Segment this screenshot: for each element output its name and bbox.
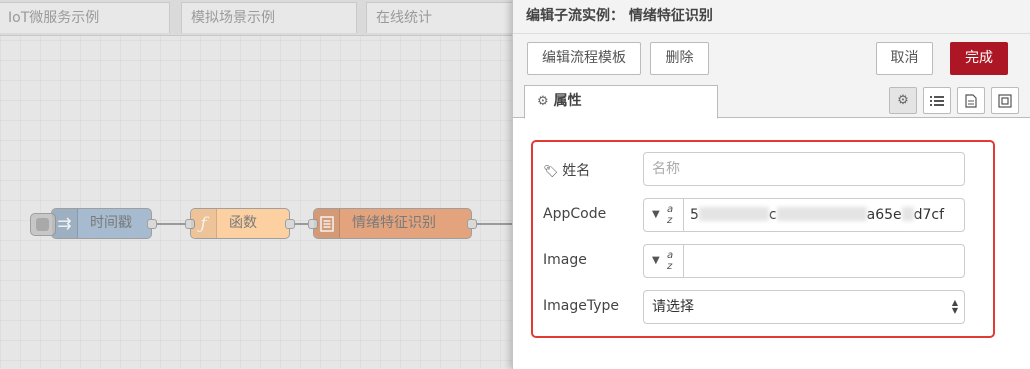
cancel-button[interactable]: 取消 — [876, 42, 933, 75]
properties-form: 🏷 姓名 名称 AppCode ▼ a z 5 c a65e d7cf Image ▼ a z … — [531, 140, 995, 338]
tray-title: 编辑子流实例： 情绪特征识别 — [513, 0, 1030, 34]
type-select-button[interactable]: ▼ a z — [644, 199, 684, 231]
select-arrows-icon: ▲ ▼ — [951, 298, 958, 315]
output-port[interactable] — [285, 219, 295, 229]
document-icon[interactable] — [957, 87, 985, 114]
list-icon[interactable] — [923, 87, 951, 114]
tray-tabs: ⚙ 属性 ⚙ — [513, 82, 1030, 119]
output-port[interactable] — [147, 219, 157, 229]
workspace-tab-online-stats[interactable]: 在线统计 — [366, 2, 512, 33]
subflow-icon — [314, 209, 340, 238]
workspace-tabbar: IoT微服务示例 模拟场景示例 在线统计 — [0, 0, 512, 36]
settings-tab-icon[interactable]: ⚙ — [889, 87, 917, 114]
output-port[interactable] — [467, 219, 477, 229]
tag-icon: 🏷 — [543, 164, 559, 178]
tray-toolbar: 编辑流程模板 删除 取消 完成 — [513, 34, 1030, 82]
tab-properties[interactable]: ⚙ 属性 — [524, 85, 718, 119]
inject-node[interactable]: ⇉ 时间戳 — [30, 208, 157, 239]
appcode-label: AppCode — [543, 206, 607, 222]
caret-down-icon: ▼ — [652, 255, 660, 266]
gear-icon: ⚙ — [537, 94, 549, 109]
name-label: 🏷 姓名 — [543, 163, 591, 179]
flow-canvas[interactable]: IoT微服务示例 模拟场景示例 在线统计 ⇉ 时间戳 ƒ 函数 情绪特征识别 — [0, 0, 512, 369]
image-label: Image — [543, 252, 587, 268]
imagetype-label: ImageType — [543, 298, 620, 314]
workspace-tab-iot[interactable]: IoT微服务示例 — [0, 2, 170, 33]
subflow-node[interactable]: 情绪特征识别 — [308, 208, 477, 239]
wire[interactable] — [472, 223, 512, 225]
tab-properties-label: 属性 — [553, 93, 582, 109]
caret-down-icon: ▼ — [652, 209, 660, 220]
node-label: 情绪特征识别 — [352, 215, 436, 231]
function-node[interactable]: ƒ 函数 — [185, 208, 295, 239]
edit-tray: 编辑子流实例： 情绪特征识别 编辑流程模板 删除 取消 完成 ⚙ 属性 ⚙ 🏷 姓名… — [512, 0, 1030, 369]
imagetype-select[interactable]: 请选择 ▲ ▼ — [643, 290, 965, 324]
node-label: 函数 — [229, 215, 257, 231]
image-input[interactable]: ▼ a z — [643, 244, 965, 278]
name-input[interactable]: 名称 — [643, 152, 965, 186]
workspace-tab-simulation[interactable]: 模拟场景示例 — [181, 2, 357, 33]
function-icon: ƒ — [191, 209, 217, 238]
edit-template-button[interactable]: 编辑流程模板 — [527, 42, 641, 75]
appearance-icon[interactable] — [991, 87, 1019, 114]
type-select-button[interactable]: ▼ a z — [644, 245, 684, 277]
string-type-icon: az — [667, 204, 674, 226]
node-label: 时间戳 — [90, 215, 132, 231]
done-button[interactable]: 完成 — [950, 42, 1008, 75]
appcode-value: 5 c a65e d7cf — [690, 207, 945, 223]
appcode-input[interactable]: ▼ a z 5 c a65e d7cf — [643, 198, 965, 232]
string-type-icon: az — [667, 250, 674, 272]
delete-button[interactable]: 删除 — [650, 42, 709, 75]
imagetype-selected: 请选择 — [652, 299, 694, 315]
arrows-icon: ⇉ — [52, 209, 78, 238]
